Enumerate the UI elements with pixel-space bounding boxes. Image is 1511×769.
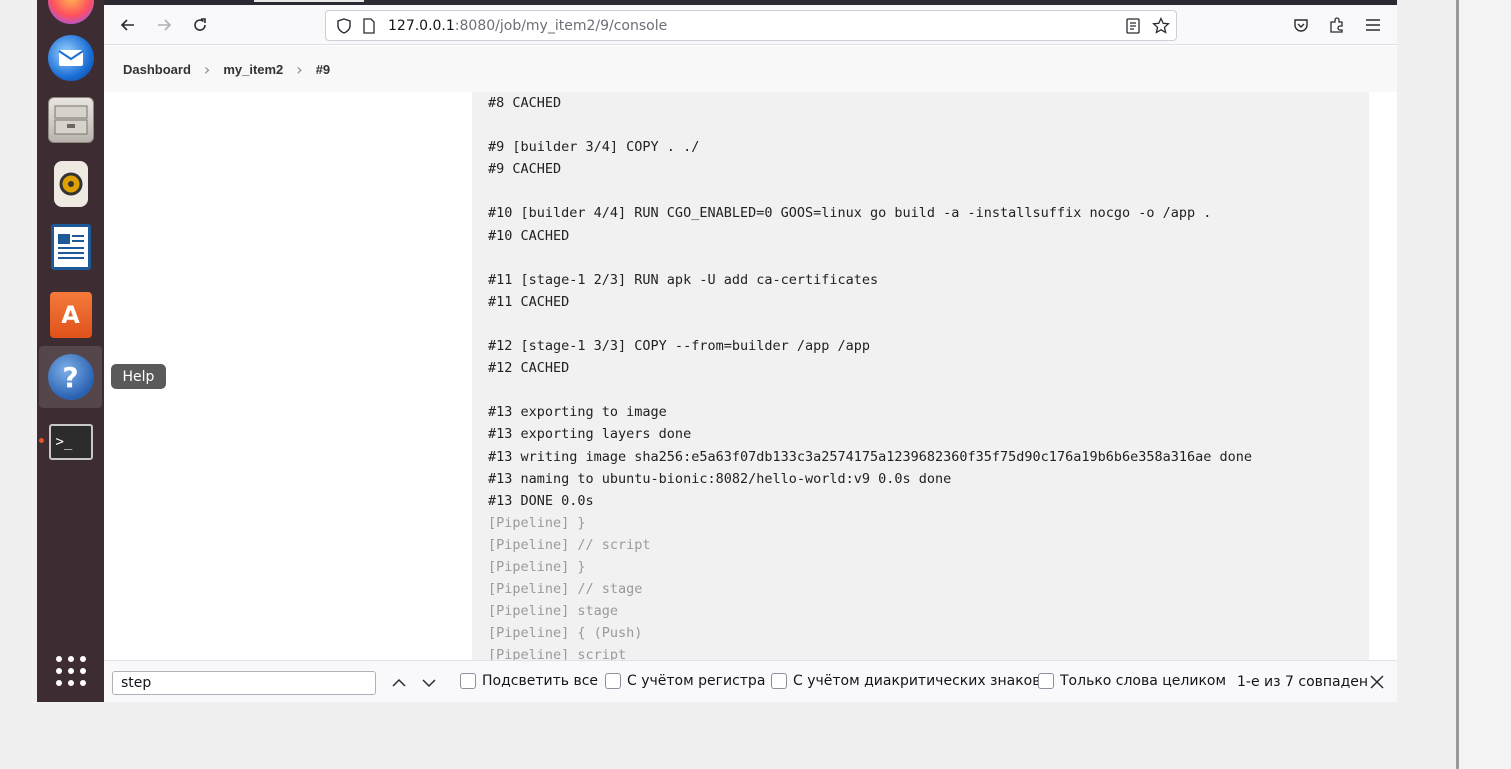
console-line: #13 exporting to image	[488, 404, 667, 421]
terminal-running-indicator	[39, 438, 44, 443]
match-case-checkbox[interactable]	[605, 673, 621, 689]
dock-libreoffice-writer[interactable]	[39, 216, 102, 278]
navigation-toolbar: 127.0.0.1:8080/job/my_item2/9/console	[104, 5, 1397, 45]
reload-icon	[194, 18, 206, 31]
page-icon	[363, 17, 375, 34]
forward-arrow-icon	[158, 19, 172, 31]
thunderbird-icon	[47, 35, 94, 81]
whole-words-checkbox[interactable]	[1038, 673, 1054, 689]
extensions-button[interactable]	[1322, 10, 1352, 40]
hamburger-menu-icon	[1366, 19, 1380, 31]
breadcrumb-build[interactable]: #9	[316, 62, 330, 77]
console-line: #12 [stage-1 3/3] COPY --from=builder /a…	[488, 338, 871, 355]
back-button[interactable]	[113, 10, 143, 40]
writer-icon	[50, 224, 91, 270]
firefox-window: 127.0.0.1:8080/job/my_item2/9/console Da…	[104, 0, 1397, 702]
back-arrow-icon	[120, 19, 134, 31]
chevron-right-icon: ›	[203, 59, 211, 79]
url-host: 127.0.0.1	[388, 17, 455, 34]
find-previous-button[interactable]	[387, 671, 411, 695]
dock-ubuntu-software[interactable]: A	[39, 284, 102, 346]
console-line: #13 naming to ubuntu-bionic:8082/hello-w…	[488, 470, 952, 487]
firefox-icon	[47, 0, 94, 24]
whole-words-option[interactable]: Только слова целиком	[1038, 673, 1226, 689]
match-diacritics-label: С учётом диакритических знаков	[793, 673, 1041, 689]
console-line: [Pipeline] { (Push)	[488, 625, 643, 642]
console-line: #10 CACHED	[488, 227, 570, 244]
match-diacritics-option[interactable]: С учётом диакритических знаков	[771, 673, 1041, 689]
shield-icon[interactable]	[336, 17, 352, 34]
find-close-button[interactable]	[1366, 671, 1388, 693]
console-line: [Pipeline] // script	[488, 536, 651, 553]
breadcrumb-dashboard[interactable]: Dashboard	[123, 62, 191, 77]
dock-thunderbird[interactable]	[39, 27, 102, 89]
highlight-all-checkbox[interactable]	[460, 673, 476, 689]
whole-words-label: Только слова целиком	[1060, 673, 1227, 689]
dock-files[interactable]	[39, 89, 102, 151]
dock-terminal[interactable]: >_	[39, 411, 102, 473]
pocket-icon	[1294, 19, 1308, 32]
console-line: #11 [stage-1 2/3] RUN apk -U add ca-cert…	[488, 271, 879, 288]
chevron-down-icon	[422, 679, 436, 688]
dock-rhythmbox[interactable]	[39, 153, 102, 215]
close-icon	[1370, 675, 1384, 689]
ubuntu-dock: A ? >_	[37, 0, 104, 702]
console-line: #12 CACHED	[488, 360, 570, 377]
background-window-edge	[1456, 0, 1511, 769]
find-match-status: 1-е из 7 совпаден	[1237, 674, 1369, 690]
find-bar: Подсветить все С учётом регистра С учёто…	[104, 660, 1397, 702]
forward-button[interactable]	[149, 10, 179, 40]
breadcrumb-job[interactable]: my_item2	[223, 62, 283, 77]
chevron-right-icon: ›	[296, 59, 303, 79]
show-applications-button[interactable]	[39, 640, 102, 702]
console-line: #9 [builder 3/4] COPY . ./	[488, 139, 700, 156]
software-bag-icon: A	[49, 292, 92, 338]
active-tab-indicator	[254, 0, 364, 2]
match-diacritics-checkbox[interactable]	[771, 673, 787, 689]
console-line: [Pipeline] // stage	[488, 581, 643, 598]
puzzle-piece-icon	[1330, 17, 1343, 33]
match-case-option[interactable]: С учётом регистра	[605, 673, 765, 689]
help-icon: ?	[47, 354, 94, 400]
console-line: [Pipeline] }	[488, 514, 586, 531]
pocket-button[interactable]	[1286, 10, 1316, 40]
find-next-button[interactable]	[417, 671, 441, 695]
reload-button[interactable]	[185, 10, 215, 40]
console-line: #9 CACHED	[488, 161, 562, 178]
app-grid-icon	[55, 656, 86, 686]
console-line: #13 exporting layers done	[488, 426, 692, 443]
console-line: #10 [builder 4/4] RUN CGO_ENABLED=0 GOOS…	[488, 205, 1212, 222]
url-bar[interactable]: 127.0.0.1:8080/job/my_item2/9/console	[325, 10, 1177, 41]
breadcrumb: Dashboard › my_item2 › #9	[104, 46, 1397, 92]
bookmark-star-icon[interactable]	[1152, 16, 1170, 35]
find-input[interactable]	[112, 671, 376, 695]
console-output: #8 CACHED #9 [builder 3/4] COPY . ./ #9 CA…	[472, 92, 1369, 660]
console-lines: #8 CACHED #9 [builder 3/4] COPY . ./ #9 CA…	[488, 92, 1252, 660]
highlight-all-option[interactable]: Подсветить все	[460, 673, 598, 689]
match-case-label: С учётом регистра	[627, 673, 766, 689]
reader-view-icon[interactable]	[1126, 17, 1140, 34]
url-path: :8080/job/my_item2/9/console	[454, 17, 668, 34]
dock-help[interactable]: ?	[39, 346, 102, 408]
dock-tooltip: Help	[111, 364, 166, 389]
terminal-icon: >_	[48, 424, 93, 460]
console-line: #13 writing image sha256:e5a63f07db133c3…	[488, 448, 1253, 465]
menu-button[interactable]	[1358, 10, 1388, 40]
console-line: #13 DONE 0.0s	[488, 492, 594, 509]
console-line: #11 CACHED	[488, 293, 570, 310]
files-icon	[47, 97, 94, 143]
console-line: [Pipeline] }	[488, 558, 586, 575]
console-line: #8 CACHED	[488, 95, 562, 111]
console-line: [Pipeline] stage	[488, 603, 619, 620]
rhythmbox-icon	[53, 161, 88, 207]
chevron-up-icon	[392, 678, 406, 687]
url-text: 127.0.0.1:8080/job/my_item2/9/console	[388, 18, 667, 34]
highlight-all-label: Подсветить все	[482, 673, 599, 689]
console-line: [Pipeline] script	[488, 647, 627, 660]
